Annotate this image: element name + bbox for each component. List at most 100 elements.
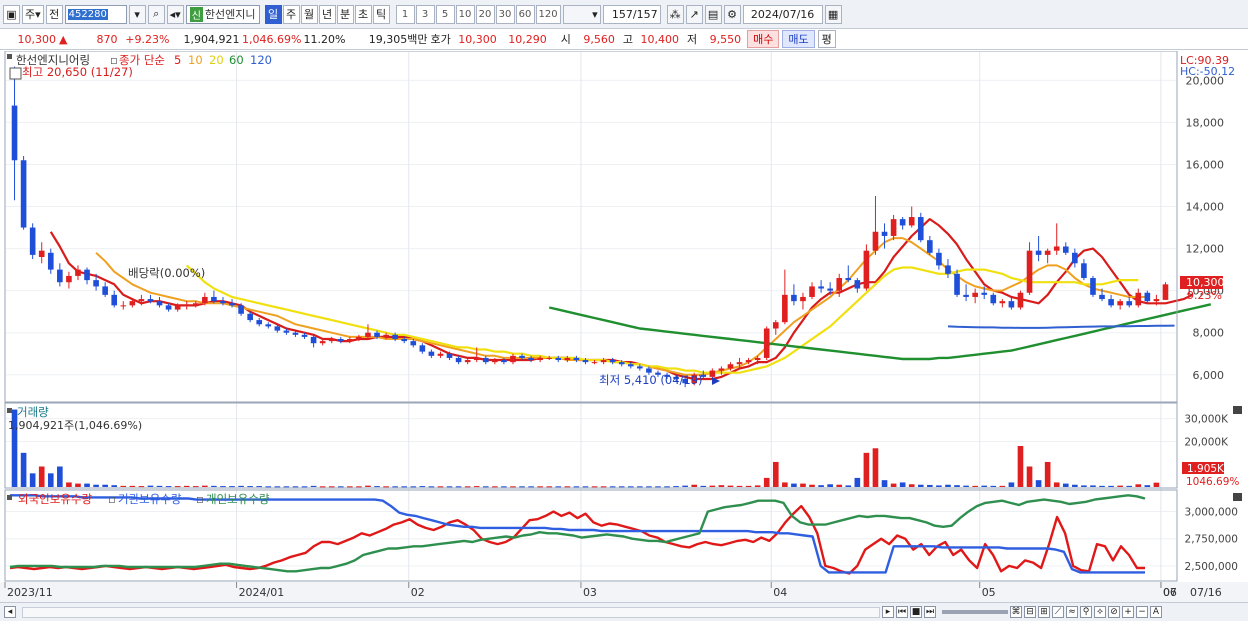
tool-icon-1[interactable]: ⌘ bbox=[1010, 606, 1022, 618]
period-tab-2[interactable]: 월 bbox=[300, 4, 318, 24]
buy-button[interactable]: 매수 bbox=[747, 30, 780, 48]
candle-body bbox=[174, 305, 181, 310]
stock-code-input[interactable]: 452280 bbox=[64, 4, 127, 24]
period-tab-0[interactable]: 일 bbox=[264, 4, 282, 24]
tool-icon-8[interactable]: ⊘ bbox=[1108, 606, 1120, 618]
volume-bar bbox=[147, 485, 154, 487]
interval-tab-10[interactable]: 10 bbox=[455, 4, 475, 24]
tool-icon-5[interactable]: ≈ bbox=[1066, 606, 1078, 618]
period-tab-1[interactable]: 주 bbox=[282, 4, 300, 24]
interval-tab-20[interactable]: 20 bbox=[475, 4, 495, 24]
candle-body bbox=[827, 288, 833, 291]
volume-bar bbox=[936, 485, 942, 487]
candle-body bbox=[183, 305, 190, 307]
speaker-icon[interactable]: ◂▾ bbox=[166, 4, 184, 24]
candle-body bbox=[301, 334, 308, 337]
tool-icon-3[interactable]: ⊞ bbox=[1038, 606, 1050, 618]
search-icon[interactable]: ⌕ bbox=[147, 4, 165, 24]
volume-panel-title: 거래량 bbox=[17, 405, 49, 419]
period-tabs: 일주월년분초틱 bbox=[264, 4, 390, 24]
volume-bar bbox=[945, 484, 951, 487]
volume-bar bbox=[20, 452, 27, 487]
compare-icon[interactable]: ⁂ bbox=[666, 4, 684, 24]
jump-end-icon[interactable]: ⏭ bbox=[924, 606, 936, 618]
volume-panel-close-icon[interactable] bbox=[1233, 406, 1242, 414]
market-select[interactable]: 주 ▾ bbox=[22, 4, 44, 24]
stop-icon[interactable]: ■ bbox=[910, 606, 922, 618]
period-tab-6[interactable]: 틱 bbox=[372, 4, 390, 24]
candle-body bbox=[718, 368, 725, 371]
candle-body bbox=[872, 231, 879, 251]
tool-icon-4[interactable]: ⟋ bbox=[1052, 606, 1064, 618]
calendar-icon[interactable]: ▦ bbox=[824, 4, 842, 24]
scroll-left-icon[interactable]: ◂ bbox=[4, 606, 16, 618]
candle-body bbox=[564, 357, 571, 361]
tool-icon-7[interactable]: ⟡ bbox=[1094, 606, 1106, 618]
volume-bar bbox=[736, 485, 743, 487]
volume-value: 1,904,921 bbox=[183, 32, 240, 46]
period-tab-4[interactable]: 분 bbox=[336, 4, 354, 24]
candle-body bbox=[473, 357, 480, 361]
volume-bar bbox=[1090, 485, 1096, 487]
individual-holdings-label: 개인보유수량 bbox=[206, 492, 270, 506]
volume-bar bbox=[410, 486, 417, 488]
volume-panel-handle-icon[interactable] bbox=[7, 408, 12, 413]
holdings-panel-handle-icon[interactable] bbox=[7, 495, 12, 500]
candle-body bbox=[818, 286, 824, 289]
settings-gear-icon[interactable]: ⚙ bbox=[723, 4, 741, 24]
open-label: 시 bbox=[560, 33, 571, 46]
candle-body bbox=[1108, 299, 1114, 306]
sell-button[interactable]: 매도 bbox=[782, 30, 815, 48]
period-tab-3[interactable]: 년 bbox=[318, 4, 336, 24]
jump-start-icon[interactable]: ⏮ bbox=[896, 606, 908, 618]
interval-dropdown-icon[interactable]: ▾ bbox=[562, 4, 601, 24]
chart-layout-icon[interactable]: ▣ bbox=[3, 4, 20, 24]
interval-tab-1[interactable]: 1 bbox=[395, 4, 415, 24]
volume-bar bbox=[519, 486, 525, 488]
holdings-panel-close-icon[interactable] bbox=[1233, 493, 1242, 501]
zoom-in-icon[interactable]: + bbox=[1122, 606, 1134, 618]
quote-bar: 10,300 ▲ 870 +9.23% 1,904,921 1,046.69% … bbox=[0, 29, 1248, 50]
font-size-icon[interactable]: A bbox=[1150, 606, 1162, 618]
save-icon[interactable]: ▤ bbox=[704, 4, 722, 24]
zoom-out-icon[interactable]: − bbox=[1136, 606, 1148, 618]
stock-name-box[interactable]: 신 한선엔지니 bbox=[185, 4, 260, 24]
panel-handle-icon[interactable] bbox=[7, 54, 12, 59]
price-tick-label: 16,000 bbox=[1186, 158, 1225, 171]
data-count-box[interactable]: 157/157 bbox=[602, 4, 661, 24]
interval-tab-30[interactable]: 30 bbox=[495, 4, 515, 24]
volume-bar bbox=[627, 486, 634, 488]
candle-body bbox=[319, 341, 326, 344]
expand-panel-icon[interactable] bbox=[9, 67, 22, 80]
candle-body bbox=[736, 362, 743, 365]
ma-period-120: 120 bbox=[250, 53, 272, 67]
code-dropdown-icon[interactable]: ▾ bbox=[128, 4, 146, 24]
prev-button[interactable]: 전 bbox=[45, 4, 63, 24]
eval-button[interactable]: 평 bbox=[817, 30, 836, 48]
x-tick-label: 04 bbox=[773, 586, 787, 599]
zoom-slider[interactable] bbox=[942, 610, 1008, 614]
volume-bar bbox=[419, 486, 426, 488]
candle-body bbox=[328, 339, 335, 342]
volume-bar bbox=[129, 485, 136, 487]
draw-tool-icon[interactable]: ↗ bbox=[685, 4, 703, 24]
volume-bar bbox=[700, 485, 707, 487]
last-price-tag: 10,300 bbox=[1186, 276, 1225, 289]
scroll-track[interactable] bbox=[22, 606, 880, 618]
candle-body bbox=[1044, 250, 1051, 255]
volume-bar bbox=[600, 486, 607, 488]
date-input[interactable]: 2024/07/16 bbox=[742, 4, 823, 24]
scroll-right-icon[interactable]: ▸ bbox=[882, 606, 894, 618]
tool-icon-6[interactable]: ⚲ bbox=[1080, 606, 1092, 618]
tool-icon-2[interactable]: ⊟ bbox=[1024, 606, 1036, 618]
volume-bar bbox=[655, 486, 661, 488]
period-tab-5[interactable]: 초 bbox=[354, 4, 372, 24]
bid-ask-label: 호가 bbox=[430, 33, 451, 46]
interval-tab-120[interactable]: 120 bbox=[535, 4, 561, 24]
volume-bar bbox=[1108, 485, 1114, 487]
interval-tab-5[interactable]: 5 bbox=[435, 4, 455, 24]
candle-body bbox=[519, 355, 525, 358]
interval-tab-60[interactable]: 60 bbox=[515, 4, 535, 24]
interval-tab-3[interactable]: 3 bbox=[415, 4, 435, 24]
candle-body bbox=[482, 357, 489, 363]
